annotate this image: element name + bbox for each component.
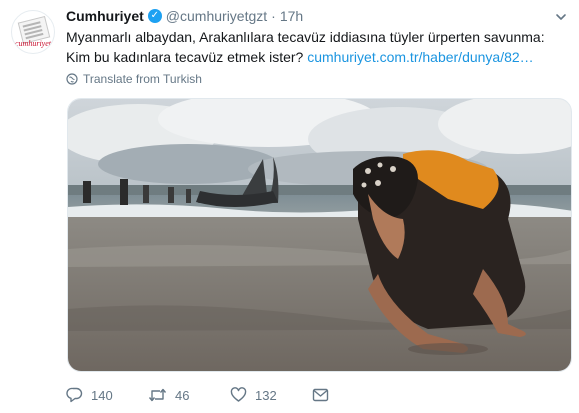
like-count: 132 [255,387,277,403]
verified-badge-icon: ✓ [147,9,162,23]
avatar[interactable]: cumhuriyet [11,10,55,54]
timestamp[interactable]: 17h [280,8,303,24]
reply-count: 140 [91,387,113,403]
avatar-logo-text: cumhuriyet [15,39,51,48]
tweet-actions: 140 46 132 [66,384,329,406]
tweet-text: Myanmarlı albaydan, Arakanlılara tecavüz… [66,27,571,67]
tweet-text-line-1: Myanmarlı albaydan, Arakanlılara tecavüz… [66,29,545,45]
translate-link[interactable]: Translate from Turkish [66,71,202,87]
retweet-count: 46 [175,387,190,403]
display-name[interactable]: Cumhuriyet [66,8,144,24]
tweet[interactable]: cumhuriyet Cumhuriyet ✓ @cumhuriyetgzt ·… [0,0,579,413]
chevron-down-icon[interactable] [555,10,567,22]
article-link[interactable]: cumhuriyet.com.tr/haber/dunya/82… [307,49,533,65]
translate-label: Translate from Turkish [83,72,202,86]
globe-icon [66,73,78,85]
direct-message-button[interactable] [312,388,329,402]
tweet-photo[interactable] [67,98,572,372]
tweet-header: Cumhuriyet ✓ @cumhuriyetgzt · 17h [66,6,303,26]
heart-icon [230,387,247,402]
reply-icon [66,387,83,403]
separator-dot: · [271,8,276,24]
reply-button[interactable]: 140 [66,387,148,403]
envelope-icon [312,388,329,402]
like-button[interactable]: 132 [230,387,312,403]
tweet-text-line-2: Kim bu kadınlara tecavüz etmek ister? cu… [66,47,571,67]
retweet-button[interactable]: 46 [148,387,230,403]
retweet-icon [148,388,167,402]
tweet-text-question: Kim bu kadınlara tecavüz etmek ister? [66,49,304,65]
user-handle[interactable]: @cumhuriyetgzt [166,8,267,24]
